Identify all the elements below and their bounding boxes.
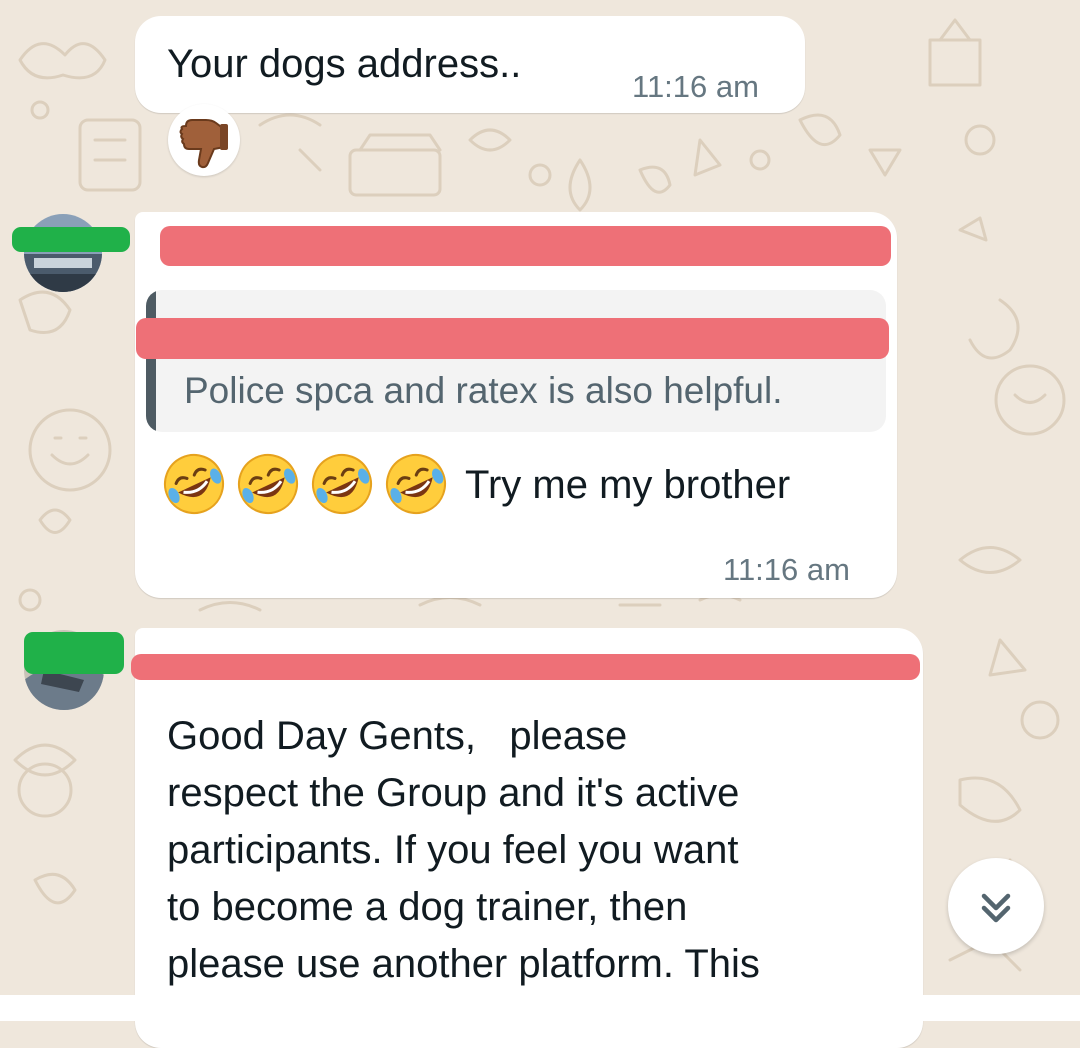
message-text: Your dogs address.. xyxy=(167,42,522,86)
message-line: respect the Group and it's active xyxy=(167,771,740,815)
sender-avatar[interactable] xyxy=(24,214,102,292)
message-timestamp: 11:16 am xyxy=(723,552,850,587)
redaction-tag xyxy=(24,632,124,674)
quoted-text: Police spca and ratex is also helpful. xyxy=(184,370,783,411)
message-bubble-1[interactable]: Your dogs address.. 11:16 am xyxy=(135,16,805,113)
scroll-to-bottom-button[interactable] xyxy=(948,858,1044,954)
message-line: please use another platform. This xyxy=(167,942,760,986)
quote-accent-bar xyxy=(146,290,156,432)
message-text: Try me my brother xyxy=(465,463,791,507)
rolling-on-floor-laughing-emoji xyxy=(238,454,298,514)
quoted-message[interactable]: Police spca and ratex is also helpful. xyxy=(146,290,886,432)
message-line: Good Day Gents, please xyxy=(167,714,628,758)
redaction-tag xyxy=(12,227,130,252)
message-timestamp: 11:16 am xyxy=(632,69,759,104)
message-line: participants. If you feel you want xyxy=(167,828,739,872)
double-chevron-down-icon xyxy=(981,893,1011,923)
redacted-quoted-sender xyxy=(136,318,889,359)
message-bubble-2[interactable]: Police spca and ratex is also helpful. T… xyxy=(135,212,897,598)
rolling-on-floor-laughing-emoji xyxy=(312,454,372,514)
redacted-sender-name xyxy=(131,654,920,680)
avatar-photo xyxy=(24,214,102,292)
redacted-sender-name xyxy=(160,226,891,266)
thumbs-down-emoji xyxy=(179,119,228,169)
message-reaction[interactable] xyxy=(168,104,240,176)
rolling-on-floor-laughing-emoji xyxy=(386,454,446,514)
message-line: to become a dog trainer, then xyxy=(167,885,688,929)
rolling-on-floor-laughing-emoji xyxy=(164,454,224,514)
message-bubble-3[interactable]: Good Day Gents, please respect the Group… xyxy=(135,628,923,1048)
bottom-edge xyxy=(0,995,1080,1021)
